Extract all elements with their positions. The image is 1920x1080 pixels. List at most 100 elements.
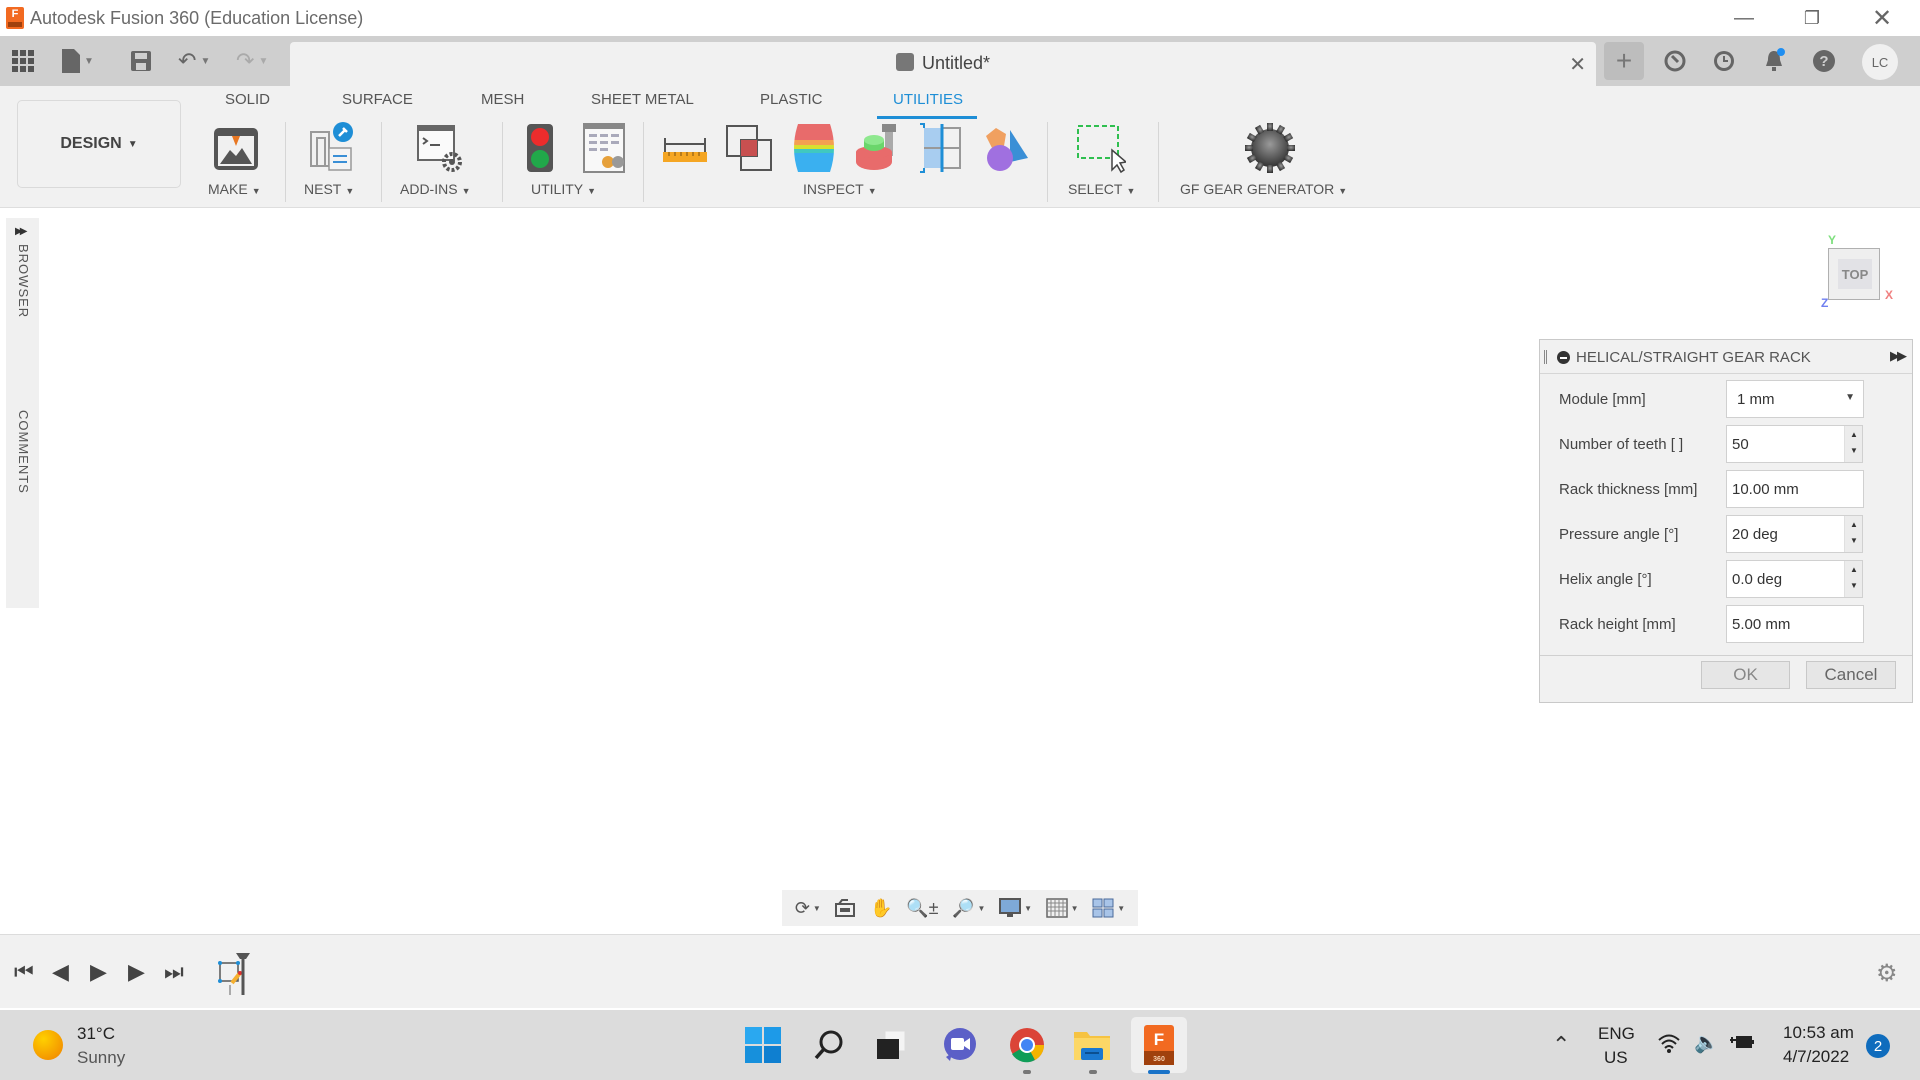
step-forward-button[interactable]: ▶ <box>128 959 145 985</box>
x-axis-label: X <box>1885 288 1894 302</box>
cancel-button[interactable]: Cancel <box>1806 661 1896 689</box>
pressure-angle-stepper[interactable]: ▲ ▼ <box>1844 516 1862 552</box>
view-cube[interactable]: TOP <box>1828 248 1880 300</box>
rack-thickness-input[interactable]: 10.00 mm <box>1726 470 1864 508</box>
tab-sheet-metal[interactable]: SHEET METAL <box>591 91 694 108</box>
show-hidden-icons-button[interactable]: ⌃ <box>1552 1032 1570 1058</box>
measure-button[interactable] <box>659 122 711 174</box>
minimize-button[interactable]: — <box>1714 0 1774 36</box>
weather-sun-icon[interactable] <box>33 1030 63 1060</box>
gear-generator-button[interactable] <box>1244 122 1296 174</box>
make-group-menu[interactable]: MAKE ▼ <box>208 181 261 197</box>
view-cube-top-face[interactable]: TOP <box>1838 259 1872 289</box>
user-avatar[interactable]: LC <box>1862 44 1898 80</box>
battery-status[interactable] <box>1730 1032 1756 1057</box>
restore-button[interactable]: ❐ <box>1782 0 1842 36</box>
tab-mesh[interactable]: MESH <box>481 91 524 108</box>
extensions-button[interactable] <box>1658 44 1692 78</box>
start-button[interactable] <box>740 1022 786 1068</box>
grid-settings-button[interactable]: ▼ <box>1045 898 1079 918</box>
timeline-sketch-marker[interactable] <box>216 951 258 1002</box>
play-button[interactable]: ▶ <box>90 959 107 985</box>
select-group-menu[interactable]: SELECT ▼ <box>1068 181 1135 197</box>
new-design-tab-button[interactable]: + <box>1604 42 1644 80</box>
task-view-button[interactable] <box>868 1022 914 1068</box>
curvature-analysis-button[interactable] <box>788 122 840 174</box>
comments-panel-toggle[interactable]: COMMENTS <box>16 410 31 494</box>
notification-center-badge[interactable]: 2 <box>1866 1034 1890 1058</box>
nest-group-menu[interactable]: NEST ▼ <box>304 181 354 197</box>
file-menu-button[interactable]: ▼ <box>62 46 94 76</box>
fusion-360-taskbar-button[interactable]: F 360 <box>1136 1022 1182 1068</box>
component-color-button[interactable] <box>980 122 1032 174</box>
drag-handle-icon[interactable] <box>1544 350 1547 364</box>
interference-button[interactable] <box>723 122 775 174</box>
traffic-light-button[interactable] <box>514 122 566 174</box>
workspace-switcher[interactable]: DESIGN ▼ <box>17 100 181 188</box>
search-button[interactable] <box>806 1022 852 1068</box>
parameters-button[interactable] <box>578 122 630 174</box>
number-of-teeth-stepper[interactable]: ▲ ▼ <box>1844 426 1862 462</box>
viewports-button[interactable]: ▼ <box>1092 898 1125 918</box>
inspect-group-menu[interactable]: INSPECT ▼ <box>803 181 877 197</box>
expand-browser-button[interactable]: ▶▶ <box>15 226 28 237</box>
display-settings-button[interactable]: ▼ <box>999 898 1032 918</box>
tab-utilities[interactable]: UTILITIES <box>893 91 963 108</box>
tab-plastic[interactable]: PLASTIC <box>760 91 823 108</box>
gf-gear-generator-menu[interactable]: GF GEAR GENERATOR ▼ <box>1180 181 1347 197</box>
save-button[interactable] <box>130 46 152 76</box>
clock-date[interactable]: 4/7/2022 <box>1783 1047 1849 1067</box>
close-document-tab-button[interactable]: ✕ <box>1569 52 1586 77</box>
window-select-button[interactable] <box>1074 122 1128 174</box>
helix-angle-stepper[interactable]: ▲ ▼ <box>1844 561 1862 597</box>
draft-analysis-button[interactable] <box>852 122 904 174</box>
weather-temperature[interactable]: 31°C <box>77 1024 115 1044</box>
pressure-angle-input[interactable]: 20 deg ▲ ▼ <box>1726 515 1863 553</box>
look-at-button[interactable] <box>834 898 856 918</box>
3d-print-button[interactable] <box>210 122 262 174</box>
scripts-addins-button[interactable] <box>412 122 464 174</box>
add-ins-group-menu[interactable]: ADD-INS ▼ <box>400 181 470 197</box>
help-button[interactable]: ? <box>1807 44 1841 78</box>
language-line2[interactable]: US <box>1604 1048 1628 1068</box>
number-of-teeth-input[interactable]: 50 ▲ ▼ <box>1726 425 1863 463</box>
apps-grid-button[interactable] <box>12 46 34 76</box>
file-explorer-button[interactable] <box>1069 1022 1115 1068</box>
close-window-button[interactable]: ✕ <box>1852 0 1912 36</box>
utility-group-menu[interactable]: UTILITY ▼ <box>531 181 596 197</box>
clock-time[interactable]: 10:53 am <box>1783 1023 1854 1043</box>
weather-condition[interactable]: Sunny <box>77 1048 125 1068</box>
language-line1[interactable]: ENG <box>1598 1024 1635 1044</box>
fit-window-button[interactable]: 🔎 ▼ <box>952 898 985 919</box>
expand-dialog-icon[interactable]: ▶▶ <box>1890 348 1907 364</box>
chevron-down-icon: ▼ <box>1126 186 1136 196</box>
go-to-start-button[interactable]: ⏮ <box>14 959 34 985</box>
pan-button[interactable]: ✋ <box>870 898 892 919</box>
orbit-button[interactable]: ⟳ ▼ <box>795 898 821 919</box>
collapse-circle-icon[interactable] <box>1557 351 1570 364</box>
module-select[interactable]: 1 mm ▼ <box>1726 380 1864 418</box>
undo-button[interactable]: ↶ ▼ <box>178 46 210 76</box>
tab-solid[interactable]: SOLID <box>225 91 270 108</box>
zoom-button[interactable]: 🔍± <box>906 898 938 919</box>
job-status-button[interactable] <box>1707 44 1741 78</box>
teams-chat-button[interactable] <box>937 1022 983 1068</box>
volume-status[interactable]: 🔈 <box>1694 1030 1719 1055</box>
nest-button[interactable] <box>305 122 357 174</box>
timeline-settings-button[interactable]: ⚙ <box>1876 959 1898 988</box>
go-to-end-button[interactable]: ⏭ <box>164 959 184 985</box>
notifications-button[interactable] <box>1757 44 1791 78</box>
dialog-header[interactable]: HELICAL/STRAIGHT GEAR RACK ▶▶ <box>1540 340 1912 374</box>
redo-button[interactable]: ↷ ▼ <box>236 46 268 76</box>
nest-plugin-icon <box>310 122 353 171</box>
rack-height-input[interactable]: 5.00 mm <box>1726 605 1864 643</box>
tab-surface[interactable]: SURFACE <box>342 91 413 108</box>
step-back-button[interactable]: ◀ <box>52 959 69 985</box>
wifi-status[interactable] <box>1657 1032 1681 1059</box>
browser-panel-toggle[interactable]: BROWSER <box>16 244 31 318</box>
ok-button[interactable]: OK <box>1701 661 1790 689</box>
helix-angle-input[interactable]: 0.0 deg ▲ ▼ <box>1726 560 1863 598</box>
chrome-button[interactable] <box>1004 1022 1050 1068</box>
document-tab[interactable]: Untitled* ✕ <box>290 42 1596 86</box>
section-analysis-button[interactable] <box>916 122 968 174</box>
